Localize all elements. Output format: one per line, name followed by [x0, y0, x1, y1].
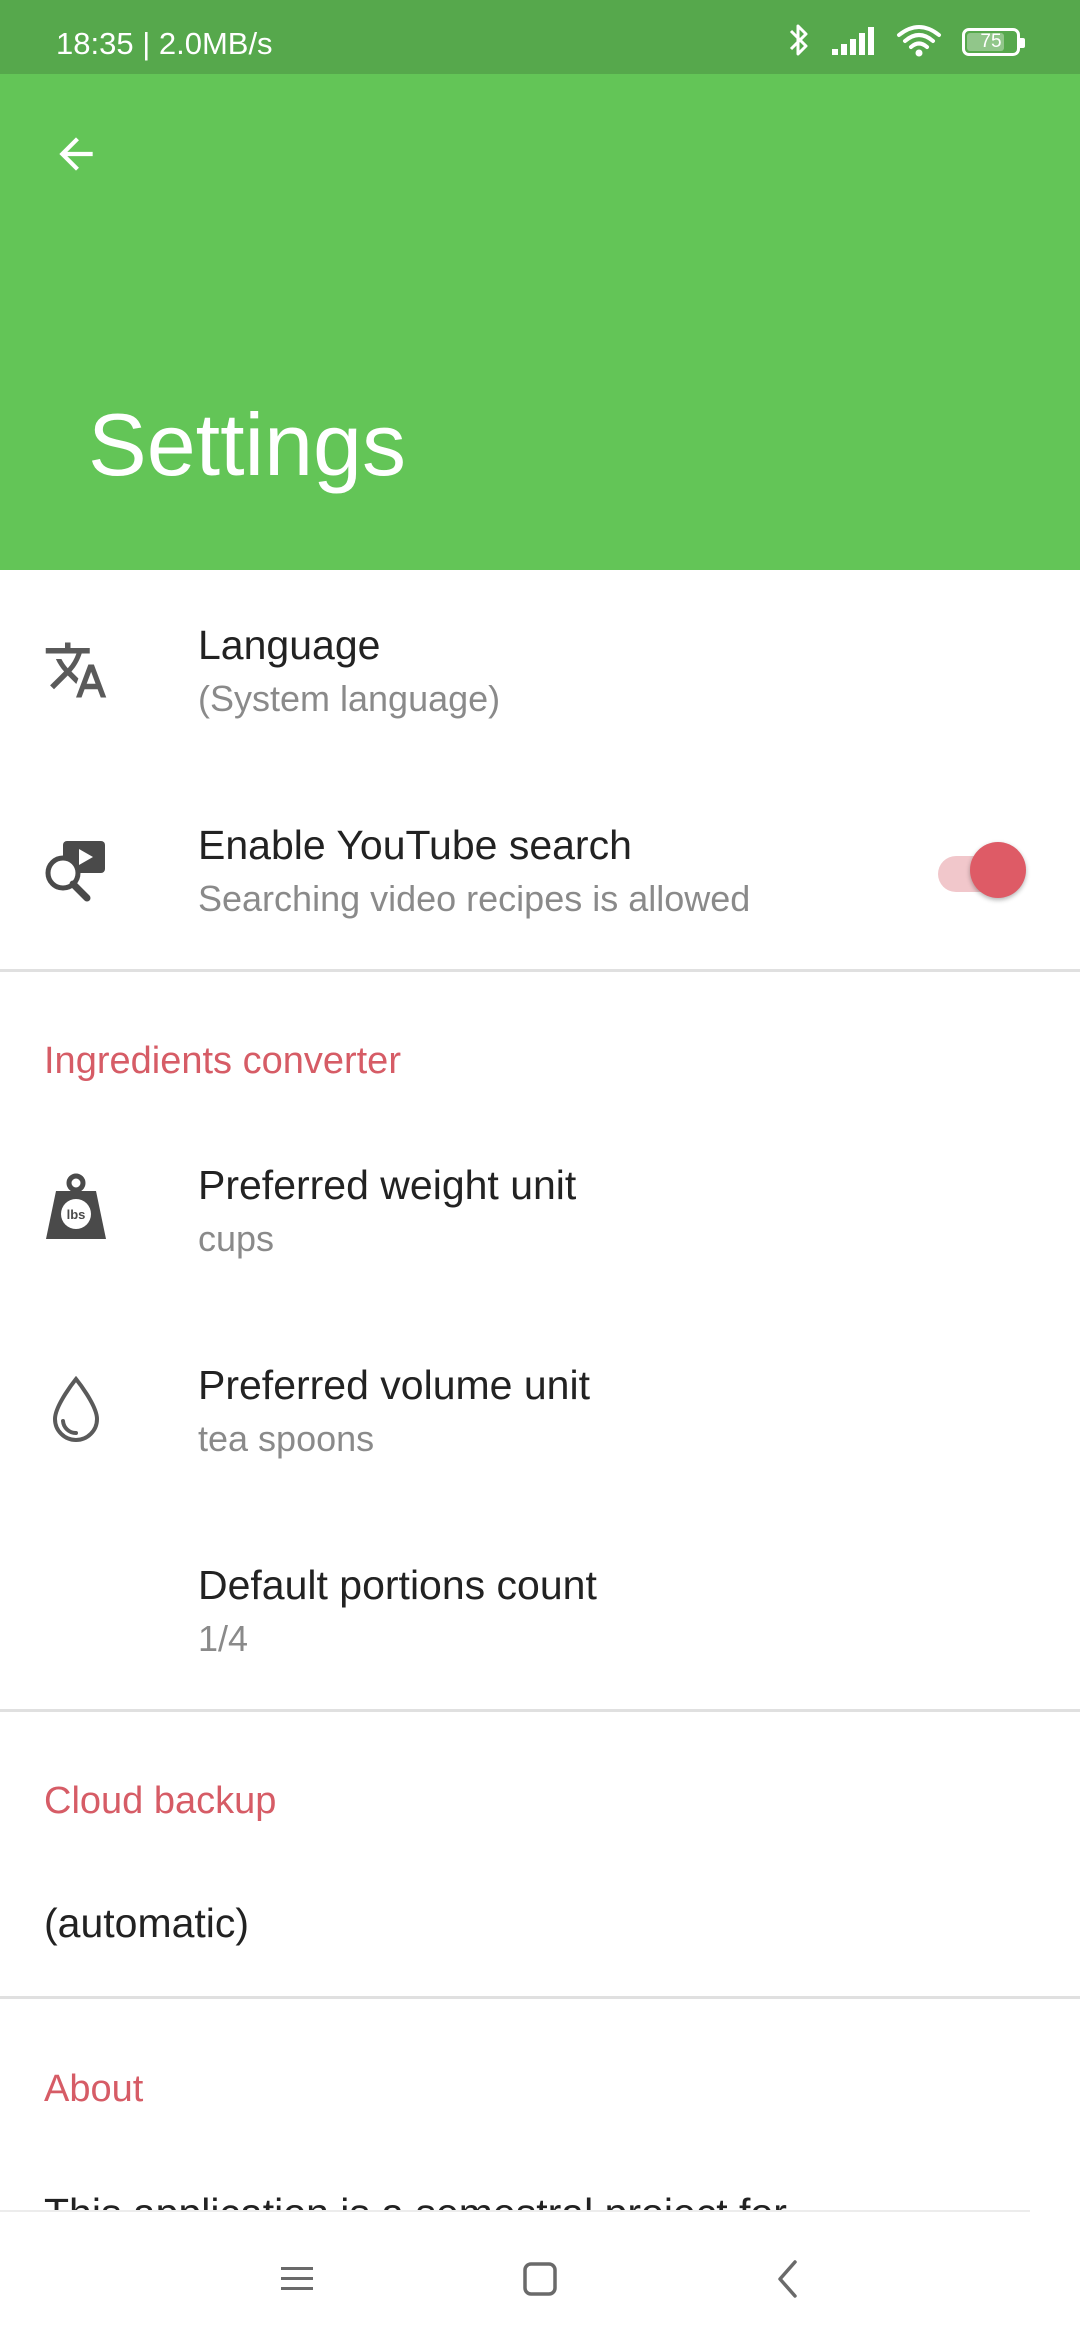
language-setting[interactable]: Language (System language): [0, 570, 1080, 770]
volume-unit-value: tea spoons: [198, 1418, 375, 1459]
app-bar: Settings: [0, 74, 1080, 570]
divider: [0, 969, 1080, 972]
back-nav-button[interactable]: [752, 2246, 822, 2316]
wifi-icon: [896, 23, 942, 62]
divider: [0, 1709, 1080, 1712]
status-icons: 75: [788, 22, 1025, 63]
section-header-about: About: [44, 2068, 144, 2110]
portions-count-setting[interactable]: Default portions count 1/4: [0, 1510, 1080, 1710]
battery-icon: 75: [962, 28, 1025, 56]
battery-level: 75: [980, 31, 1002, 52]
portions-count-title: Default portions count: [198, 1562, 597, 1608]
cloud-backup-setting[interactable]: (automatic): [0, 1850, 1080, 1996]
water-drop-icon: [40, 1374, 112, 1446]
status-time: 18:35 | 2.0MB/s: [56, 26, 273, 61]
language-value: (System language): [198, 678, 501, 719]
toggle-thumb: [970, 842, 1026, 898]
volume-unit-setting[interactable]: Preferred volume unit tea spoons: [0, 1310, 1080, 1510]
section-header-cloud-backup: Cloud backup: [44, 1780, 277, 1822]
weight-unit-value: cups: [198, 1218, 275, 1259]
svg-text:lbs: lbs: [67, 1207, 86, 1222]
chevron-left-icon: [775, 2259, 799, 2304]
navbar-divider: [0, 2210, 1030, 2212]
language-title: Language: [198, 622, 381, 668]
weight-unit-title: Preferred weight unit: [198, 1162, 577, 1208]
bluetooth-icon: [788, 22, 810, 63]
page-title: Settings: [88, 395, 406, 494]
back-button[interactable]: [36, 116, 116, 196]
youtube-subtitle: Searching video recipes is allowed: [198, 878, 751, 919]
home-button[interactable]: [505, 2246, 575, 2316]
status-bar: 18:35 | 2.0MB/s 75: [0, 0, 1080, 74]
navigation-bar: [0, 2210, 1080, 2340]
translate-icon: [40, 634, 112, 706]
weight-unit-setting[interactable]: lbs Preferred weight unit cups: [0, 1110, 1080, 1310]
volume-unit-title: Preferred volume unit: [198, 1362, 590, 1408]
arrow-back-icon: [51, 129, 101, 184]
recent-apps-button[interactable]: [262, 2246, 332, 2316]
youtube-search-toggle[interactable]: [934, 838, 1026, 898]
video-search-icon: [40, 834, 112, 906]
menu-icon: [279, 2264, 315, 2299]
cloud-backup-value: (automatic): [44, 1900, 250, 1946]
youtube-title: Enable YouTube search: [198, 822, 632, 868]
section-header-ingredients: Ingredients converter: [44, 1040, 401, 1082]
weight-icon: lbs: [40, 1172, 112, 1244]
portions-count-value: 1/4: [198, 1618, 249, 1659]
signal-icon: [830, 25, 876, 60]
square-icon: [522, 2261, 558, 2302]
youtube-search-setting[interactable]: Enable YouTube search Searching video re…: [0, 770, 1080, 970]
divider: [0, 1996, 1080, 1999]
